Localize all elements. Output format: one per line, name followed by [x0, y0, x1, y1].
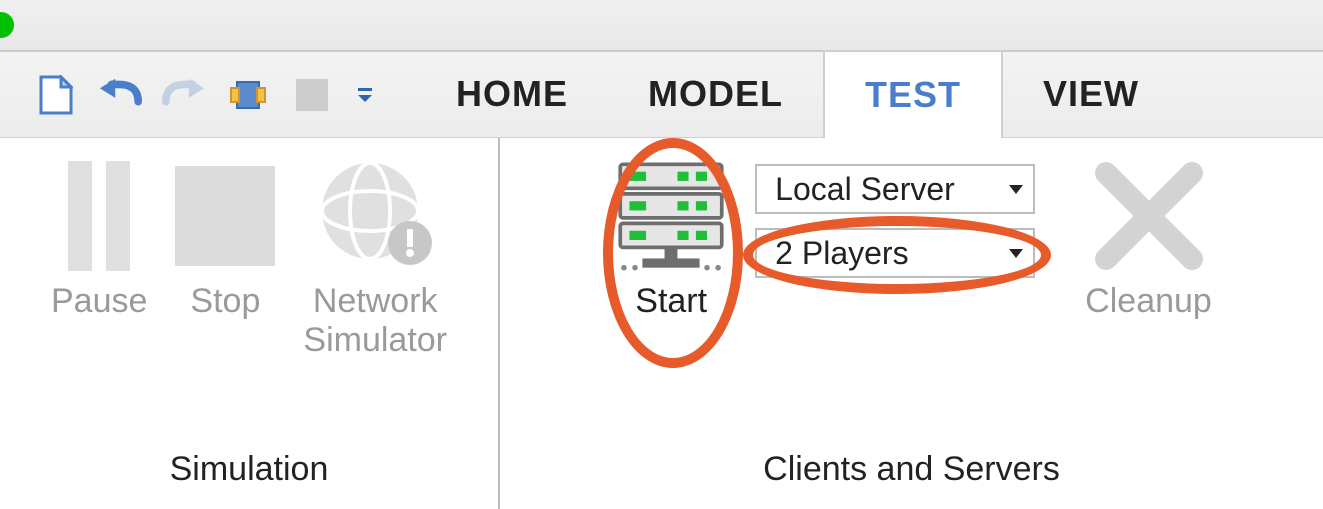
group-title: Clients and Servers	[763, 436, 1060, 509]
tab-label: VIEW	[1043, 73, 1139, 114]
button-label: Network Simulator	[303, 282, 447, 360]
x-icon	[1089, 156, 1209, 276]
server-icon	[611, 156, 731, 276]
group-title: Simulation	[170, 436, 329, 509]
pause-icon	[60, 156, 138, 276]
dropdown-value: Local Server	[775, 171, 955, 208]
network-icon	[315, 156, 435, 276]
redo-icon[interactable]	[162, 73, 206, 117]
stop-button[interactable]: Stop	[175, 156, 275, 321]
button-label: Start	[635, 282, 707, 321]
group-clients-servers: Start Local Server 2 Players	[500, 138, 1323, 509]
button-label: Cleanup	[1085, 282, 1212, 321]
titlebar	[0, 0, 1323, 52]
network-simulator-button[interactable]: Network Simulator	[303, 156, 447, 360]
server-mode-dropdown[interactable]: Local Server	[755, 164, 1035, 214]
server-dropdowns: Local Server 2 Players	[755, 164, 1035, 278]
chevron-down-icon	[1009, 185, 1023, 194]
cleanup-button[interactable]: Cleanup	[1085, 156, 1212, 321]
customize-qat-icon[interactable]	[354, 73, 376, 117]
start-button[interactable]: Start	[611, 156, 731, 321]
top-strip: HOME MODEL TEST VIEW	[0, 52, 1323, 138]
tab-label: TEST	[865, 74, 961, 115]
undo-icon[interactable]	[98, 73, 142, 117]
chevron-down-icon	[1009, 249, 1023, 258]
tab-label: HOME	[456, 73, 568, 114]
quick-access-toolbar	[0, 52, 392, 137]
dropdown-value: 2 Players	[775, 235, 908, 272]
tab-test[interactable]: TEST	[823, 50, 1003, 138]
pause-button[interactable]: Pause	[51, 156, 147, 321]
button-label: Pause	[51, 282, 147, 321]
group-simulation: Pause Stop	[0, 138, 500, 509]
stop-icon	[175, 156, 275, 276]
tab-model[interactable]: MODEL	[608, 51, 823, 137]
tab-label: MODEL	[648, 73, 783, 114]
new-file-icon[interactable]	[34, 73, 78, 117]
stop-square-icon[interactable]	[290, 73, 334, 117]
ribbon-body: Pause Stop	[0, 138, 1323, 509]
button-label: Stop	[190, 282, 260, 321]
player-count-dropdown[interactable]: 2 Players	[755, 228, 1035, 278]
tab-home[interactable]: HOME	[416, 51, 608, 137]
tab-view[interactable]: VIEW	[1003, 51, 1179, 137]
maximize-dot-icon[interactable]	[0, 12, 14, 38]
plugin-icon[interactable]	[226, 73, 270, 117]
ribbon-tabs: HOME MODEL TEST VIEW	[416, 52, 1179, 137]
